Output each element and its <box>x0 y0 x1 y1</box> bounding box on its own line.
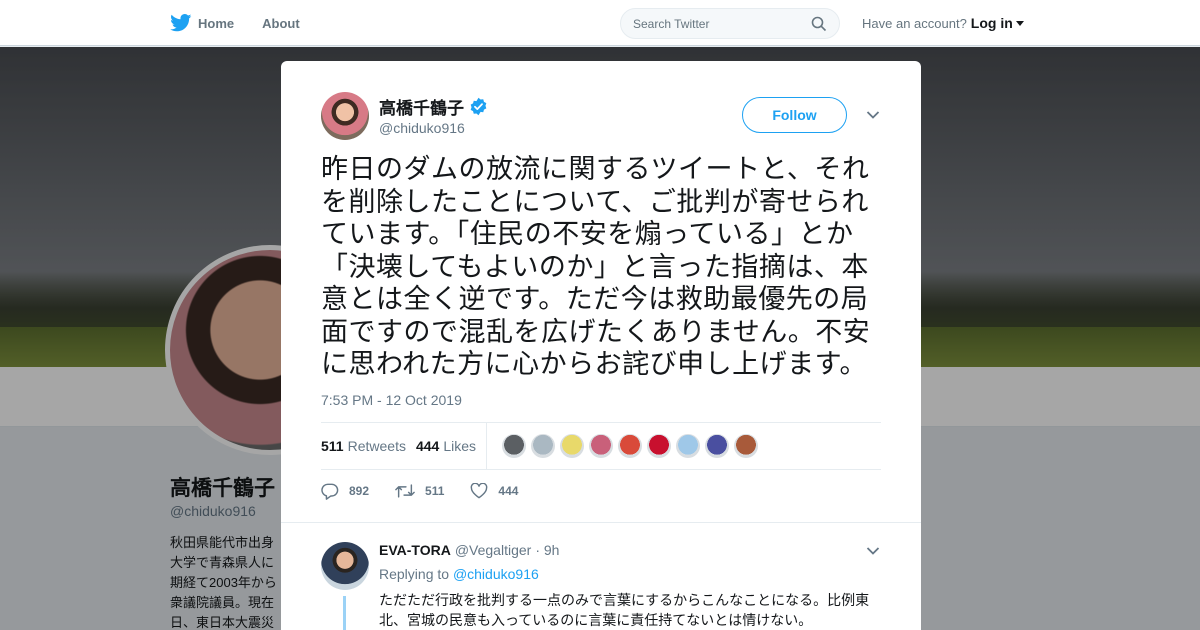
chevron-down-icon[interactable] <box>866 110 880 120</box>
tweet-stats: 511 Retweets 444 Likes <box>321 422 881 470</box>
nav-about-label: About <box>262 15 300 31</box>
reply-text: ただただ行政を批判する一点のみで言葉にするからこんなことになる。比例東北、宮城の… <box>379 592 870 628</box>
retweet-count: 511 <box>425 484 445 498</box>
liker-avatar[interactable] <box>618 434 642 458</box>
nav-home[interactable]: Home <box>170 14 234 32</box>
replying-to-link[interactable]: @chiduko916 <box>453 566 539 582</box>
like-action[interactable]: 444 <box>470 483 518 499</box>
reply-author-handle[interactable]: @Vegaltiger <box>455 542 531 558</box>
login-link[interactable]: Log in <box>971 15 1013 31</box>
author-handle[interactable]: @chiduko916 <box>379 120 465 136</box>
reply-separator <box>281 522 921 523</box>
tweet-text: 昨日のダムの放流に関するツイートと、それを削除したことについて、ご批判が寄せられ… <box>321 154 871 380</box>
liker-avatar[interactable] <box>531 434 555 458</box>
search-placeholder: Search Twitter <box>633 16 710 31</box>
likes-label: Likes <box>443 438 476 454</box>
follow-button[interactable]: Follow <box>742 97 847 133</box>
search-input[interactable]: Search Twitter <box>620 8 840 39</box>
retweets-label: Retweets <box>347 438 406 454</box>
reply-icon[interactable] <box>321 483 339 500</box>
account-menu[interactable]: Have an account? Log in <box>862 0 1024 46</box>
nav-about[interactable]: About <box>262 16 300 31</box>
author-fullname[interactable]: 高橋千鶴子 <box>379 94 488 119</box>
liker-avatar[interactable] <box>589 434 613 458</box>
tweet-modal: 高橋千鶴子 @chiduko916 Follow 昨日のダムの放流に関するツイー… <box>281 61 921 630</box>
reply-author-name[interactable]: EVA-TORA <box>379 542 451 558</box>
stats-divider <box>486 423 487 469</box>
author-avatar[interactable] <box>321 92 369 140</box>
likes-stat[interactable]: 444 Likes <box>416 438 476 454</box>
liker-avatar[interactable] <box>676 434 700 458</box>
verified-badge-icon <box>470 97 487 116</box>
reply-avatar[interactable] <box>321 542 369 590</box>
like-count: 444 <box>498 484 519 498</box>
nav-left: Home About <box>170 0 328 46</box>
likers-avatars <box>497 434 758 458</box>
tweet-author: 高橋千鶴子 @chiduko916 Follow <box>321 92 881 142</box>
tweet-timestamp[interactable]: 7:53 PM - 12 Oct 2019 <box>321 392 462 408</box>
likes-count: 444 <box>415 438 440 454</box>
reply-action[interactable]: 892 <box>321 483 369 500</box>
liker-avatar[interactable] <box>705 434 729 458</box>
close-icon[interactable] <box>1155 12 1179 36</box>
tweet-actions: 892 511 444 <box>321 479 544 503</box>
chevron-down-icon[interactable] <box>866 546 880 556</box>
retweet-icon[interactable] <box>395 483 415 499</box>
reply-header: EVA-TORA @Vegaltiger · 9h <box>379 542 559 558</box>
have-account-text: Have an account? <box>862 15 967 31</box>
reply-count: 892 <box>349 484 370 498</box>
retweets-count: 511 <box>321 438 344 454</box>
retweets-stat[interactable]: 511 Retweets <box>321 438 406 454</box>
retweet-action[interactable]: 511 <box>395 483 444 499</box>
reply-time[interactable]: · 9h <box>535 542 559 558</box>
reply-thread-line <box>343 596 346 630</box>
liker-avatar[interactable] <box>502 434 526 458</box>
liker-avatar[interactable] <box>647 434 671 458</box>
top-nav: Home About Search Twitter Have an accoun… <box>0 0 1200 46</box>
twitter-bird-icon <box>170 14 192 32</box>
liker-avatar[interactable] <box>734 434 758 458</box>
reply-tweet[interactable]: EVA-TORA @Vegaltiger · 9h Replying to @c… <box>321 538 881 630</box>
author-name[interactable]: 高橋千鶴子 <box>379 94 464 119</box>
nav-home-label: Home <box>198 15 235 31</box>
heart-icon[interactable] <box>470 483 488 499</box>
liker-avatar[interactable] <box>560 434 584 458</box>
replying-prefix: Replying to <box>379 566 450 582</box>
search-icon[interactable] <box>811 16 827 32</box>
chevron-down-icon[interactable] <box>1015 20 1024 26</box>
replying-to: Replying to @chiduko916 <box>379 566 539 582</box>
